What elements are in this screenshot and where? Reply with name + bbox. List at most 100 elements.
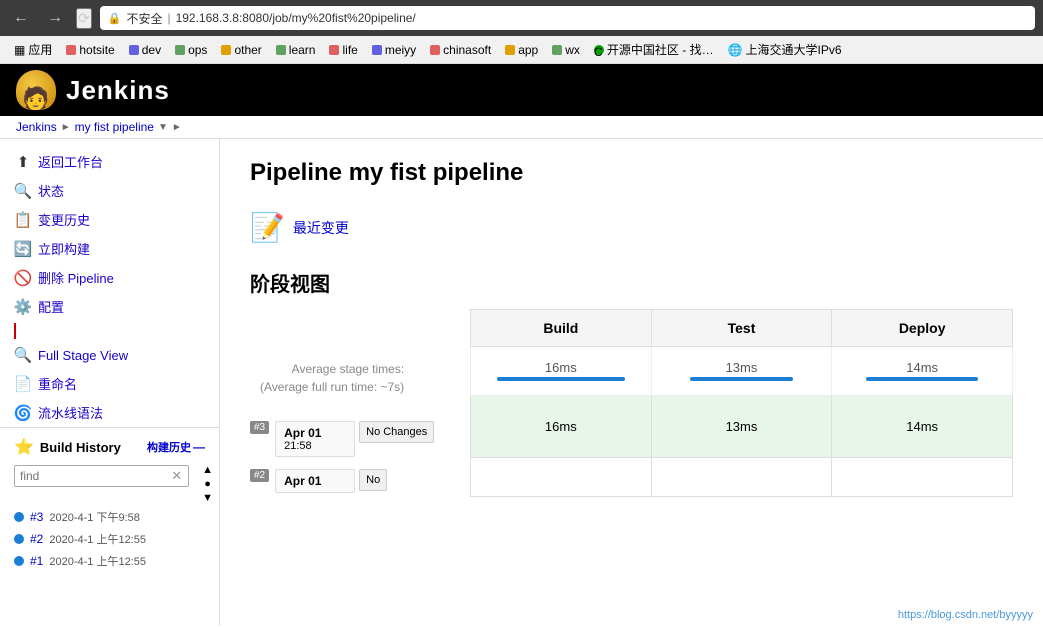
build-scroll-ctrl: ▲ ● ▼ [196,462,219,506]
bookmark-label: chinasoft [443,43,491,57]
change-history-icon: 📋 [14,211,32,229]
build-list-item-3[interactable]: #3 2020-4-1 下午9:58 [0,506,219,528]
scroll-down-icon[interactable]: ▼ [202,492,213,504]
bookmark-apps[interactable]: ▦ 应用 [8,39,58,60]
recent-changes-row: 📝 最近变更 [250,211,1013,244]
avg-build: 16ms [471,347,652,396]
sidebar-item-change-history[interactable]: 📋 变更历史 [0,205,219,234]
breadcrumb-dropdown-icon[interactable]: ▼ [158,122,168,133]
bookmark-chinasoft[interactable]: chinasoft [424,41,497,59]
back-button[interactable]: ← [8,7,34,29]
build-date-2: 2020-4-1 上午12:55 [49,531,146,547]
refresh-button[interactable]: ⟳ [76,8,92,29]
build-id-3[interactable]: #3 [30,510,43,524]
stage-build2-test [651,458,832,497]
sidebar-label-full-stage-view[interactable]: Full Stage View [38,348,128,363]
build-history-title: Build History [40,440,121,455]
url-text: 不安全 [126,10,162,27]
bookmark-other[interactable]: other [215,41,267,59]
sidebar-item-delete-pipeline[interactable]: 🚫 删除 Pipeline [0,263,219,292]
forward-button[interactable]: → [42,7,68,29]
build2-row: #2 Apr 01 No [250,465,470,497]
bookmark-label: 开源中国社区 - 找… [607,41,714,58]
breadcrumb-sep: ► [61,122,71,133]
apps-icon: ▦ [14,43,25,57]
url-value: 192.168.3.8:8080/job/my%20fist%20pipelin… [176,11,416,25]
sidebar-item-full-stage-view[interactable]: 🔍 Full Stage View [0,341,219,369]
bookmark-hotsite[interactable]: hotsite [60,41,120,59]
sidebar-label-delete-pipeline[interactable]: 删除 Pipeline [38,268,114,287]
stage-build3-test[interactable]: 13ms [651,396,832,458]
sidebar-item-build-now[interactable]: 🔄 立即构建 [0,234,219,263]
stage-view-title: 阶段视图 [250,268,1013,297]
build3-no-changes-label: No Changes [366,426,427,438]
watermark: https://blog.csdn.net/byyyyy [898,609,1033,621]
build-history-icon: ⭐ [14,437,34,457]
bookmark-meiyy[interactable]: meiyy [366,41,422,59]
build2-info-card: Apr 01 [275,469,355,493]
config-icon: ⚙️ [14,298,32,316]
progress-bar-test [690,377,794,381]
globe-icon: 🌐 [728,43,743,57]
sidebar-item-back-workbench[interactable]: ⬆ 返回工作台 [0,147,219,176]
build-history-section: ⭐ Build History 构建历史 — ✕ ▲ ● ▼ [0,427,219,572]
stage-header-deploy: Deploy [832,310,1013,347]
url-separator: | [167,11,170,25]
sidebar-item-config[interactable]: ⚙️ 配置 [0,292,219,321]
back-workbench-icon: ⬆ [14,153,32,171]
sidebar-label-pipeline-syntax[interactable]: 流水线语法 [38,403,103,422]
build-status-indicator [14,512,24,522]
stage-header-test: Test [651,310,832,347]
status-icon: 🔍 [14,182,32,200]
scroll-mid-icon[interactable]: ● [204,478,211,490]
sidebar-label-config[interactable]: 配置 [38,297,64,316]
recent-changes-link[interactable]: 最近变更 [293,218,349,238]
sidebar-label-change-history[interactable]: 变更历史 [38,210,90,229]
bookmark-life[interactable]: life [323,41,363,59]
bookmark-dot [552,45,562,55]
jenkins-logo: 🧑 [16,70,56,110]
bookmark-dot [129,45,139,55]
lock-icon: 🔒 [108,12,122,25]
sidebar-label-build-now[interactable]: 立即构建 [38,239,90,258]
build-search-row: ✕ [0,462,196,490]
breadcrumb: Jenkins ► my fist pipeline ▼ ► [0,116,1043,139]
bookmark-dev[interactable]: dev [123,41,167,59]
bookmark-sjtu[interactable]: 🌐 上海交通大学IPv6 [722,39,848,60]
bookmark-label: other [234,43,261,57]
address-bar[interactable]: 🔒 不安全 | 192.168.3.8:8080/job/my%20fist%2… [100,6,1035,30]
sidebar-item-status[interactable]: 🔍 状态 [0,176,219,205]
stage-table-wrapper: Average stage times: (Average full run t… [250,309,1013,497]
build-list-item-2[interactable]: #2 2020-4-1 上午12:55 [0,528,219,550]
jenkins-header: 🧑 Jenkins [0,64,1043,116]
stage-avg-row: 16ms 13ms 14ms [471,347,1013,396]
bookmark-wx[interactable]: wx [546,41,586,59]
sidebar-label-rename[interactable]: 重命名 [38,374,77,393]
breadcrumb-current[interactable]: my fist pipeline [75,120,154,134]
build-id-2[interactable]: #2 [30,532,43,546]
bookmark-learn[interactable]: learn [270,41,322,59]
avg-deploy: 14ms [832,347,1013,396]
stage-build3-deploy[interactable]: 14ms [832,396,1013,458]
build-search-input[interactable] [14,465,189,487]
notebook-icon: 📝 [250,211,285,244]
browser-bar: ← → ⟳ 🔒 不安全 | 192.168.3.8:8080/job/my%20… [0,0,1043,36]
build3-date: Apr 01 [284,426,346,440]
sidebar-label-status[interactable]: 状态 [38,181,64,200]
build-history-link-icon: — [193,440,205,454]
breadcrumb-root[interactable]: Jenkins [16,120,57,134]
build-history-header: ⭐ Build History 构建历史 — [0,432,219,462]
search-clear-icon[interactable]: ✕ [171,468,182,484]
bookmark-ops[interactable]: ops [169,41,213,59]
sidebar-item-pipeline-syntax[interactable]: 🌀 流水线语法 [0,398,219,427]
stage-build3-build[interactable]: 16ms [471,396,652,458]
bookmark-dot [66,45,76,55]
build-list-item-1[interactable]: #1 2020-4-1 上午12:55 [0,550,219,572]
sidebar-label-back[interactable]: 返回工作台 [38,152,103,171]
scroll-up-icon[interactable]: ▲ [202,464,213,476]
build-history-link[interactable]: 构建历史 — [147,439,205,455]
bookmark-app[interactable]: app [499,41,544,59]
build-id-1[interactable]: #1 [30,554,43,568]
sidebar-item-rename[interactable]: 📄 重命名 [0,369,219,398]
bookmark-csdn[interactable]: C 开源中国社区 - 找… [588,39,720,60]
